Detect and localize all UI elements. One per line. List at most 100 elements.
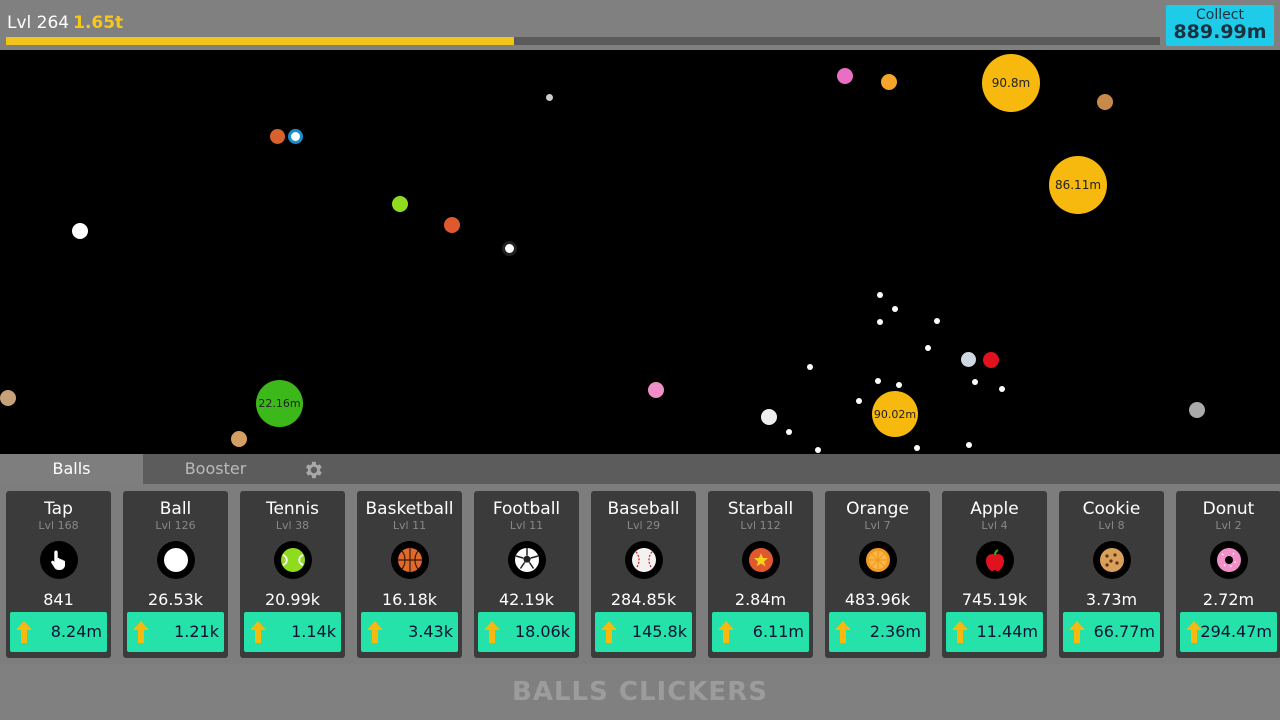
- upgrade-button[interactable]: 8.24m: [10, 612, 107, 652]
- card-value: 26.53k: [147, 590, 204, 609]
- upgrade-button[interactable]: 6.11m: [712, 612, 809, 652]
- particle: [807, 364, 813, 370]
- upgrade-button[interactable]: 1.14k: [244, 612, 341, 652]
- particle: [877, 292, 883, 298]
- tab-booster[interactable]: Booster: [143, 454, 288, 484]
- card-value: 20.99k: [264, 590, 321, 609]
- arrow-up-icon: [601, 621, 617, 643]
- cookie-icon[interactable]: [231, 431, 247, 447]
- particle: [815, 447, 821, 453]
- card-value: 841: [43, 590, 74, 609]
- card-value: 2.72m: [1202, 590, 1255, 609]
- white-ball-icon: [157, 541, 195, 579]
- eyeball-icon[interactable]: [546, 94, 553, 101]
- upgrade-button[interactable]: 18.06k: [478, 612, 575, 652]
- card-name: Ball: [159, 499, 192, 519]
- beach-ball-icon[interactable]: [837, 68, 853, 84]
- big-ball[interactable]: 22.16m: [256, 380, 303, 427]
- card-name: Cookie: [1082, 499, 1141, 519]
- gear-icon[interactable]: [302, 459, 324, 481]
- apple-icon[interactable]: [983, 352, 999, 368]
- upgrade-cost: 1.21k: [174, 622, 219, 641]
- cookie-icon[interactable]: [0, 390, 16, 406]
- star-ball-icon[interactable]: [444, 217, 460, 233]
- particle: [896, 382, 902, 388]
- card-value: 16.18k: [381, 590, 438, 609]
- upgrade-button[interactable]: 294.47m: [1180, 612, 1277, 652]
- cookie-icon: [1093, 541, 1131, 579]
- particle: [972, 379, 978, 385]
- upgrade-card-basketball: Basketball Lvl 11 16.18k 3.43k: [357, 491, 462, 658]
- orange-icon[interactable]: [881, 74, 897, 90]
- player-level: Lvl 264 1.65t: [7, 13, 123, 33]
- particle: [966, 442, 972, 448]
- arrow-up-icon: [133, 621, 149, 643]
- card-value: 745.19k: [961, 590, 1028, 609]
- upgrade-cost: 66.77m: [1093, 622, 1155, 641]
- arrow-up-icon: [250, 621, 266, 643]
- arrow-up-icon: [952, 621, 968, 643]
- upgrade-button[interactable]: 11.44m: [946, 612, 1043, 652]
- card-level: Lvl 4: [981, 519, 1008, 532]
- arrow-up-icon: [835, 621, 851, 643]
- soccer-ball-icon[interactable]: [502, 241, 517, 256]
- upgrade-button[interactable]: 1.21k: [127, 612, 224, 652]
- particle: [877, 319, 883, 325]
- particle: [875, 378, 881, 384]
- baseball-icon[interactable]: [761, 409, 777, 425]
- arrow-up-icon: [484, 621, 500, 643]
- top-bar: Lvl 264 1.65t Collect 889.99m: [0, 0, 1280, 50]
- card-level: Lvl 168: [38, 519, 79, 532]
- baseball-icon: [625, 541, 663, 579]
- hand-pointer-icon: [40, 541, 78, 579]
- card-value: 3.73m: [1085, 590, 1138, 609]
- card-level: Lvl 29: [626, 519, 661, 532]
- upgrade-card-tap: Tap Lvl 168 841 8.24m: [6, 491, 111, 658]
- orange-icon: [859, 541, 897, 579]
- donut-icon: [1210, 541, 1248, 579]
- particle: [934, 318, 940, 324]
- star-ball-icon: [742, 541, 780, 579]
- upgrade-card-football: Football Lvl 11 42.19k 18.06k: [474, 491, 579, 658]
- big-ball[interactable]: 90.8m: [982, 54, 1040, 112]
- upgrade-button[interactable]: 145.8k: [595, 612, 692, 652]
- particle: [856, 398, 862, 404]
- donut-icon[interactable]: [648, 382, 664, 398]
- card-level: Lvl 126: [155, 519, 196, 532]
- big-ball-value: 86.11m: [1054, 178, 1102, 192]
- arrow-up-icon: [16, 621, 32, 643]
- card-name: Starball: [727, 499, 794, 519]
- upgrade-button[interactable]: 66.77m: [1063, 612, 1160, 652]
- upgrade-card-starball: Starball Lvl 112 2.84m 6.11m: [708, 491, 813, 658]
- tab-balls[interactable]: Balls: [0, 454, 143, 484]
- play-field[interactable]: 90.8m 86.11m 22.16m 90.02m: [0, 50, 1280, 454]
- big-ball[interactable]: 90.02m: [872, 391, 918, 437]
- upgrade-card-orange: Orange Lvl 7 483.96k 2.36m: [825, 491, 930, 658]
- planet-ball-icon[interactable]: [961, 352, 976, 367]
- card-level: Lvl 7: [864, 519, 891, 532]
- cookie-icon[interactable]: [1097, 94, 1113, 110]
- upgrade-cost: 294.47m: [1200, 622, 1272, 641]
- upgrade-button[interactable]: 3.43k: [361, 612, 458, 652]
- eyeball-icon[interactable]: [288, 129, 303, 144]
- gear-ball-icon[interactable]: [1189, 402, 1205, 418]
- card-name: Baseball: [607, 499, 680, 519]
- basketball-icon[interactable]: [270, 129, 285, 144]
- upgrade-cost: 11.44m: [976, 622, 1038, 641]
- card-name: Tap: [44, 499, 73, 519]
- white-ball-icon[interactable]: [72, 223, 88, 239]
- card-name: Basketball: [365, 499, 454, 519]
- big-ball[interactable]: 86.11m: [1049, 156, 1107, 214]
- upgrade-cost: 18.06k: [514, 622, 570, 641]
- collect-value: 889.99m: [1173, 21, 1267, 43]
- card-level: Lvl 112: [740, 519, 781, 532]
- upgrade-cost: 1.14k: [291, 622, 336, 641]
- particle: [786, 429, 792, 435]
- tennis-ball-icon[interactable]: [392, 196, 408, 212]
- big-ball-value: 22.16m: [258, 397, 301, 410]
- collect-button[interactable]: Collect 889.99m: [1166, 5, 1274, 46]
- upgrade-button[interactable]: 2.36m: [829, 612, 926, 652]
- card-value: 2.84m: [734, 590, 787, 609]
- upgrade-cost: 6.11m: [752, 622, 804, 641]
- card-level: Lvl 2: [1215, 519, 1242, 532]
